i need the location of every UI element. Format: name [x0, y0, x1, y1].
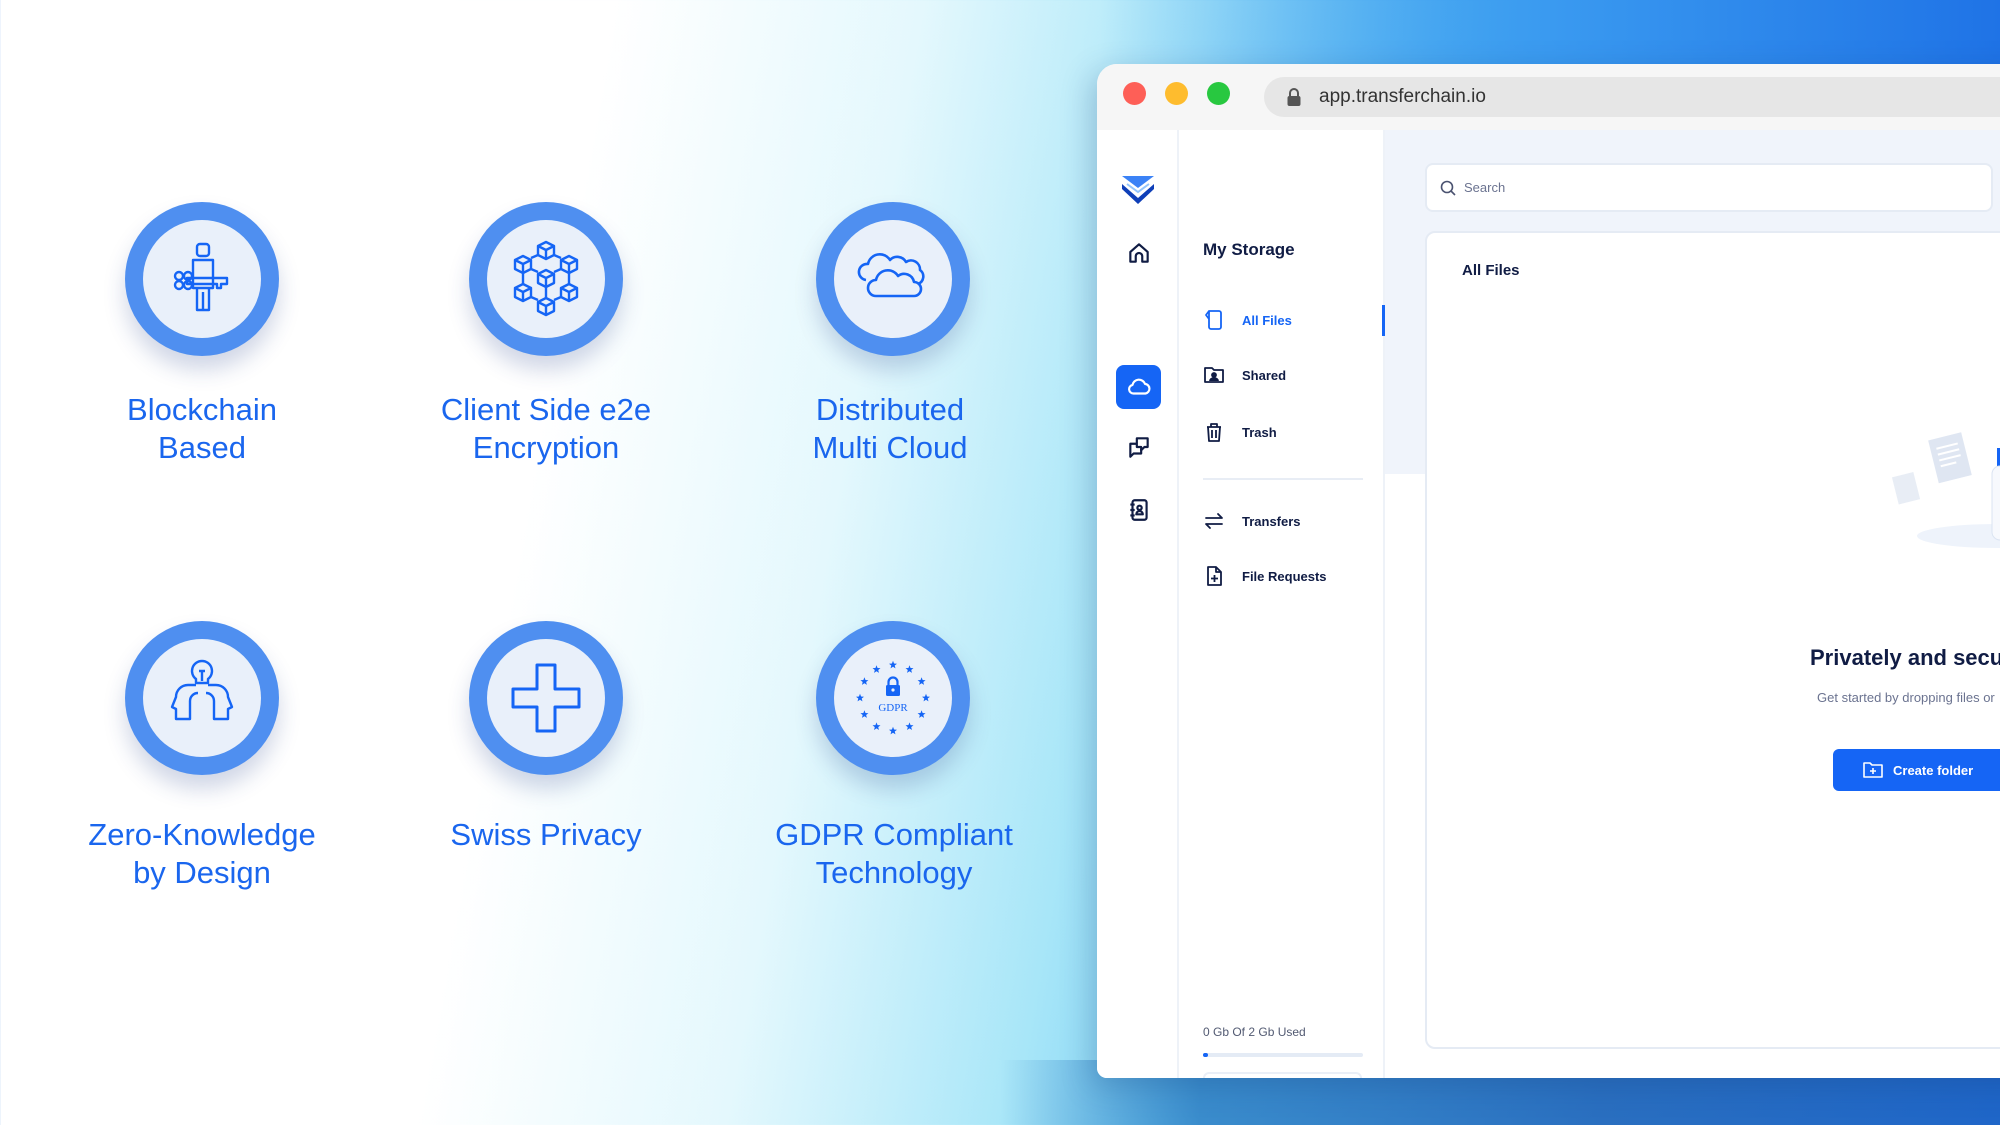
star-icon: [860, 677, 869, 685]
gdpr-stars-lock-icon: GDPR: [856, 660, 930, 735]
feature-label: Distributed Multi Cloud: [812, 392, 968, 465]
storage-usage-bar: [1203, 1053, 1363, 1057]
star-icon: [917, 710, 926, 718]
contacts-book-icon: [1129, 499, 1148, 521]
sidebar-item-label: Transfers: [1242, 513, 1301, 529]
swiss-cross-icon: [511, 663, 581, 733]
star-icon: [889, 660, 897, 669]
sidebar-item-label: Shared: [1242, 367, 1287, 383]
cube-network-icon: [513, 240, 579, 317]
main-content: Search All Files Privately and secur Get…: [1385, 130, 2000, 1078]
sidebar-item-label: Trash: [1242, 424, 1277, 440]
sidebar-item-shared[interactable]: Shared: [1203, 360, 1373, 390]
clouds-icon: [857, 253, 925, 298]
feature-ring: [469, 202, 623, 356]
maximize-window-button[interactable]: [1207, 82, 1230, 105]
heads-lightbulb-icon: [170, 659, 234, 721]
files-heading: All Files: [1462, 262, 1520, 279]
shared-folder-icon: [1204, 367, 1224, 383]
rail-item-messages[interactable]: [1116, 425, 1161, 469]
browser-titlebar: app.transferchain.io: [1097, 64, 2000, 130]
star-icon: [917, 677, 926, 685]
icon-rail: [1097, 130, 1179, 1078]
star-icon: [922, 693, 930, 702]
feature-ring: GDPR: [816, 621, 970, 775]
transferchain-logo-icon: [1122, 176, 1154, 204]
cloud-icon: [1127, 378, 1151, 395]
empty-state-title: Privately and secur: [1810, 645, 2000, 670]
add-folder-icon: [1863, 762, 1883, 778]
storage-usage-text: 0 Gb Of 2 Gb Used: [1203, 1025, 1306, 1039]
storage-usage-fill: [1203, 1053, 1208, 1057]
feature-label: Client Side e2e Encryption: [440, 392, 652, 465]
files-card: All Files Privately and secur Get starte…: [1425, 231, 2000, 1049]
search-input[interactable]: Search: [1425, 163, 1993, 212]
file-request-icon: [1207, 566, 1222, 586]
create-folder-button[interactable]: Create folder: [1833, 749, 2000, 791]
search-placeholder: Search: [1464, 180, 1506, 195]
address-bar[interactable]: app.transferchain.io: [1264, 77, 2000, 117]
feature-label: Blockchain Based: [127, 392, 277, 465]
gdpr-text: GDPR: [878, 702, 908, 714]
create-folder-label: Create folder: [1893, 762, 1974, 778]
star-icon: [905, 722, 914, 730]
locked-folder-illustration-icon: [1891, 432, 2000, 548]
star-icon: [905, 665, 914, 673]
sidebar-item-transfers[interactable]: Transfers: [1203, 506, 1373, 536]
browser-window: app.transferchain.io My Storage All File…: [1097, 64, 2000, 1078]
background-top-gradient: [1100, 0, 2000, 64]
feature-ring: [125, 621, 279, 775]
admin-panel-button[interactable]: Admin Panel: [1203, 1072, 1362, 1078]
feature-label: GDPR Compliant Technology: [775, 817, 1013, 890]
star-icon: [860, 710, 869, 718]
home-icon: [1128, 243, 1149, 263]
feature-ring: [125, 202, 279, 356]
trash-icon: [1207, 423, 1221, 442]
sidebar-item-file-requests[interactable]: File Requests: [1203, 561, 1373, 591]
feature-ring: [816, 202, 970, 356]
files-icon: [1205, 310, 1222, 330]
star-icon: [872, 665, 881, 673]
star-icon: [889, 726, 897, 735]
rail-item-contacts[interactable]: [1116, 488, 1161, 532]
sidebar-title: My Storage: [1203, 240, 1295, 259]
sidebar-divider: [1203, 478, 1363, 480]
storage-sidebar: My Storage All Files Shared Trash Transf…: [1179, 130, 1385, 1078]
sidebar-item-label: File Requests: [1242, 568, 1327, 584]
feature-label: Zero-Knowledge by Design: [88, 817, 316, 890]
transfer-arrows-icon: [1205, 513, 1223, 529]
minimize-window-button[interactable]: [1165, 82, 1188, 105]
sidebar-item-all-files[interactable]: All Files: [1203, 305, 1373, 335]
search-icon: [1440, 180, 1456, 196]
rail-item-storage[interactable]: [1116, 365, 1161, 409]
sidebar-item-trash[interactable]: Trash: [1203, 417, 1373, 447]
feature-label: Swiss Privacy: [450, 817, 642, 852]
star-icon: [872, 722, 881, 730]
sidebar-item-label: All Files: [1242, 312, 1292, 328]
feature-ring: [469, 621, 623, 775]
empty-state-subtitle: Get started by dropping files or: [1817, 690, 1995, 705]
chat-icon: [1128, 437, 1149, 458]
star-icon: [856, 693, 864, 702]
rail-item-home[interactable]: [1116, 231, 1161, 275]
person-key-icon: [173, 242, 229, 312]
lock-icon: [1287, 88, 1301, 106]
url-text: app.transferchain.io: [1319, 86, 1486, 107]
close-window-button[interactable]: [1123, 82, 1146, 105]
